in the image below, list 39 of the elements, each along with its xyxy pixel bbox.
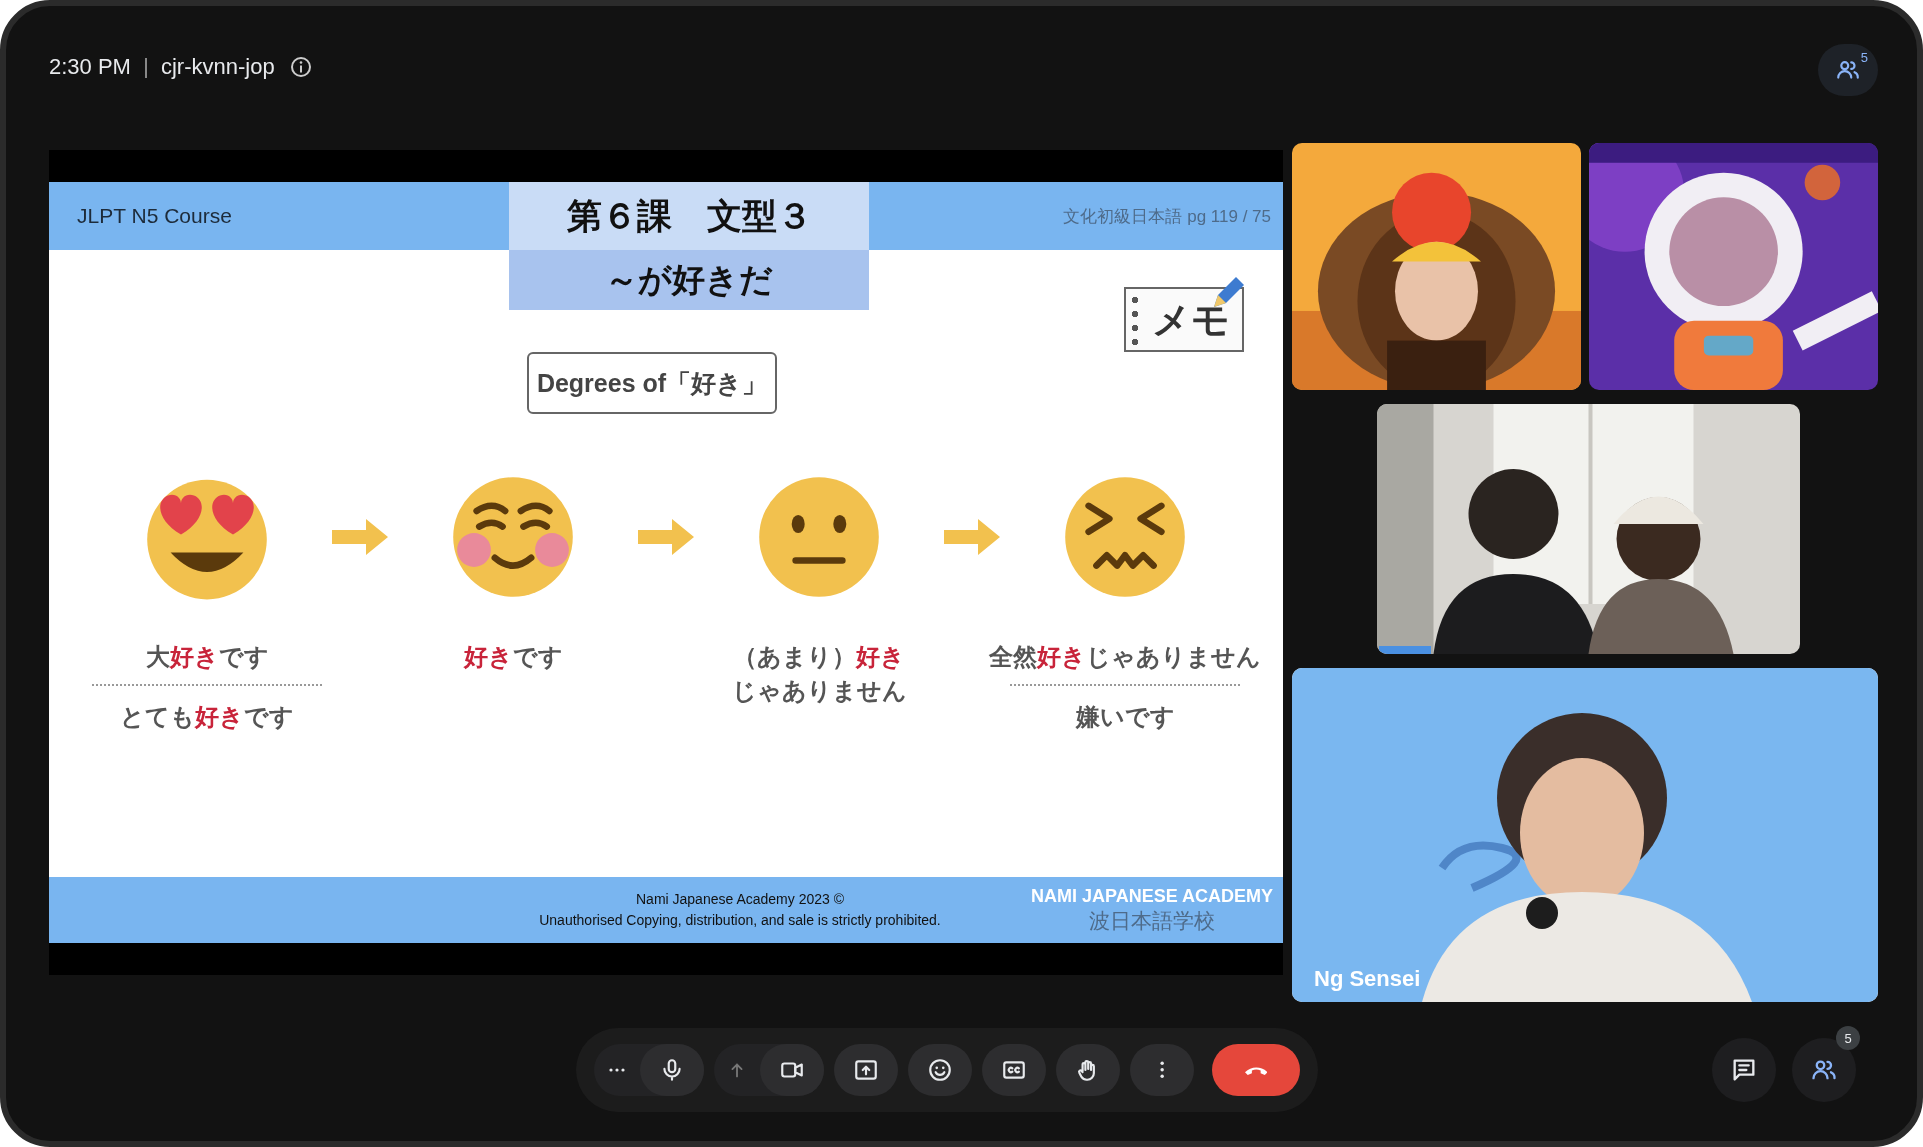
subtitle-label: Degrees of「好き」: [527, 352, 777, 414]
more-icon: [609, 1068, 625, 1072]
meeting-time: 2:30 PM: [49, 54, 131, 80]
meeting-code: cjr-kvnn-jop: [160, 54, 275, 80]
more-vertical-icon: [1159, 1061, 1165, 1079]
participant-name: Ng Sensei: [1314, 966, 1421, 992]
phone-icon: [1244, 1064, 1268, 1076]
notice-text: Unauthorised Copying, distribution, and sale is strictly prohibited.: [539, 911, 941, 930]
page-reference: 文化初級日本語 pg 119 / 75: [1063, 205, 1271, 228]
phrase-text: とても好きです: [120, 701, 294, 732]
smiley-icon: [927, 1057, 953, 1083]
reactions-button[interactable]: [908, 1044, 972, 1096]
people-button[interactable]: 5: [1818, 44, 1878, 96]
arrow-icon: [944, 517, 1000, 557]
phrase-text: じゃありません: [731, 675, 907, 706]
info-icon[interactable]: [288, 55, 313, 79]
phrase-text: 大好きです: [145, 642, 269, 672]
captions-button[interactable]: [982, 1044, 1046, 1096]
copyright-text: Nami Japanese Academy 2023 ©: [636, 890, 844, 909]
people-count: 5: [1860, 50, 1868, 65]
phrase-text: 全然好きじゃありません: [989, 642, 1261, 672]
brand-name-japanese: 波日本語学校: [1089, 907, 1215, 934]
grammar-pattern: ～が好きだ: [509, 250, 869, 310]
phrase-text: （あまり）好き: [733, 642, 905, 672]
present-screen-icon: [853, 1057, 879, 1083]
course-title: JLPT N5 Course: [77, 204, 232, 228]
count-badge: 5: [1836, 1026, 1860, 1050]
arrow-icon: [332, 517, 388, 557]
leave-call-button[interactable]: [1212, 1044, 1300, 1096]
camera-button[interactable]: [760, 1044, 824, 1096]
brand-name: NAMI JAPANESE ACADEMY: [1030, 885, 1273, 907]
phrase-text: 好きです: [463, 642, 563, 672]
phrase-text: 嫌いです: [1075, 701, 1175, 732]
lesson-title: 第６課 文型３: [509, 182, 869, 250]
microphone-button[interactable]: [640, 1044, 704, 1096]
memo-note: メモ: [1124, 287, 1244, 352]
raise-hand-button[interactable]: [1056, 1044, 1120, 1096]
present-button[interactable]: [834, 1044, 898, 1096]
arrow-icon: [638, 517, 694, 557]
